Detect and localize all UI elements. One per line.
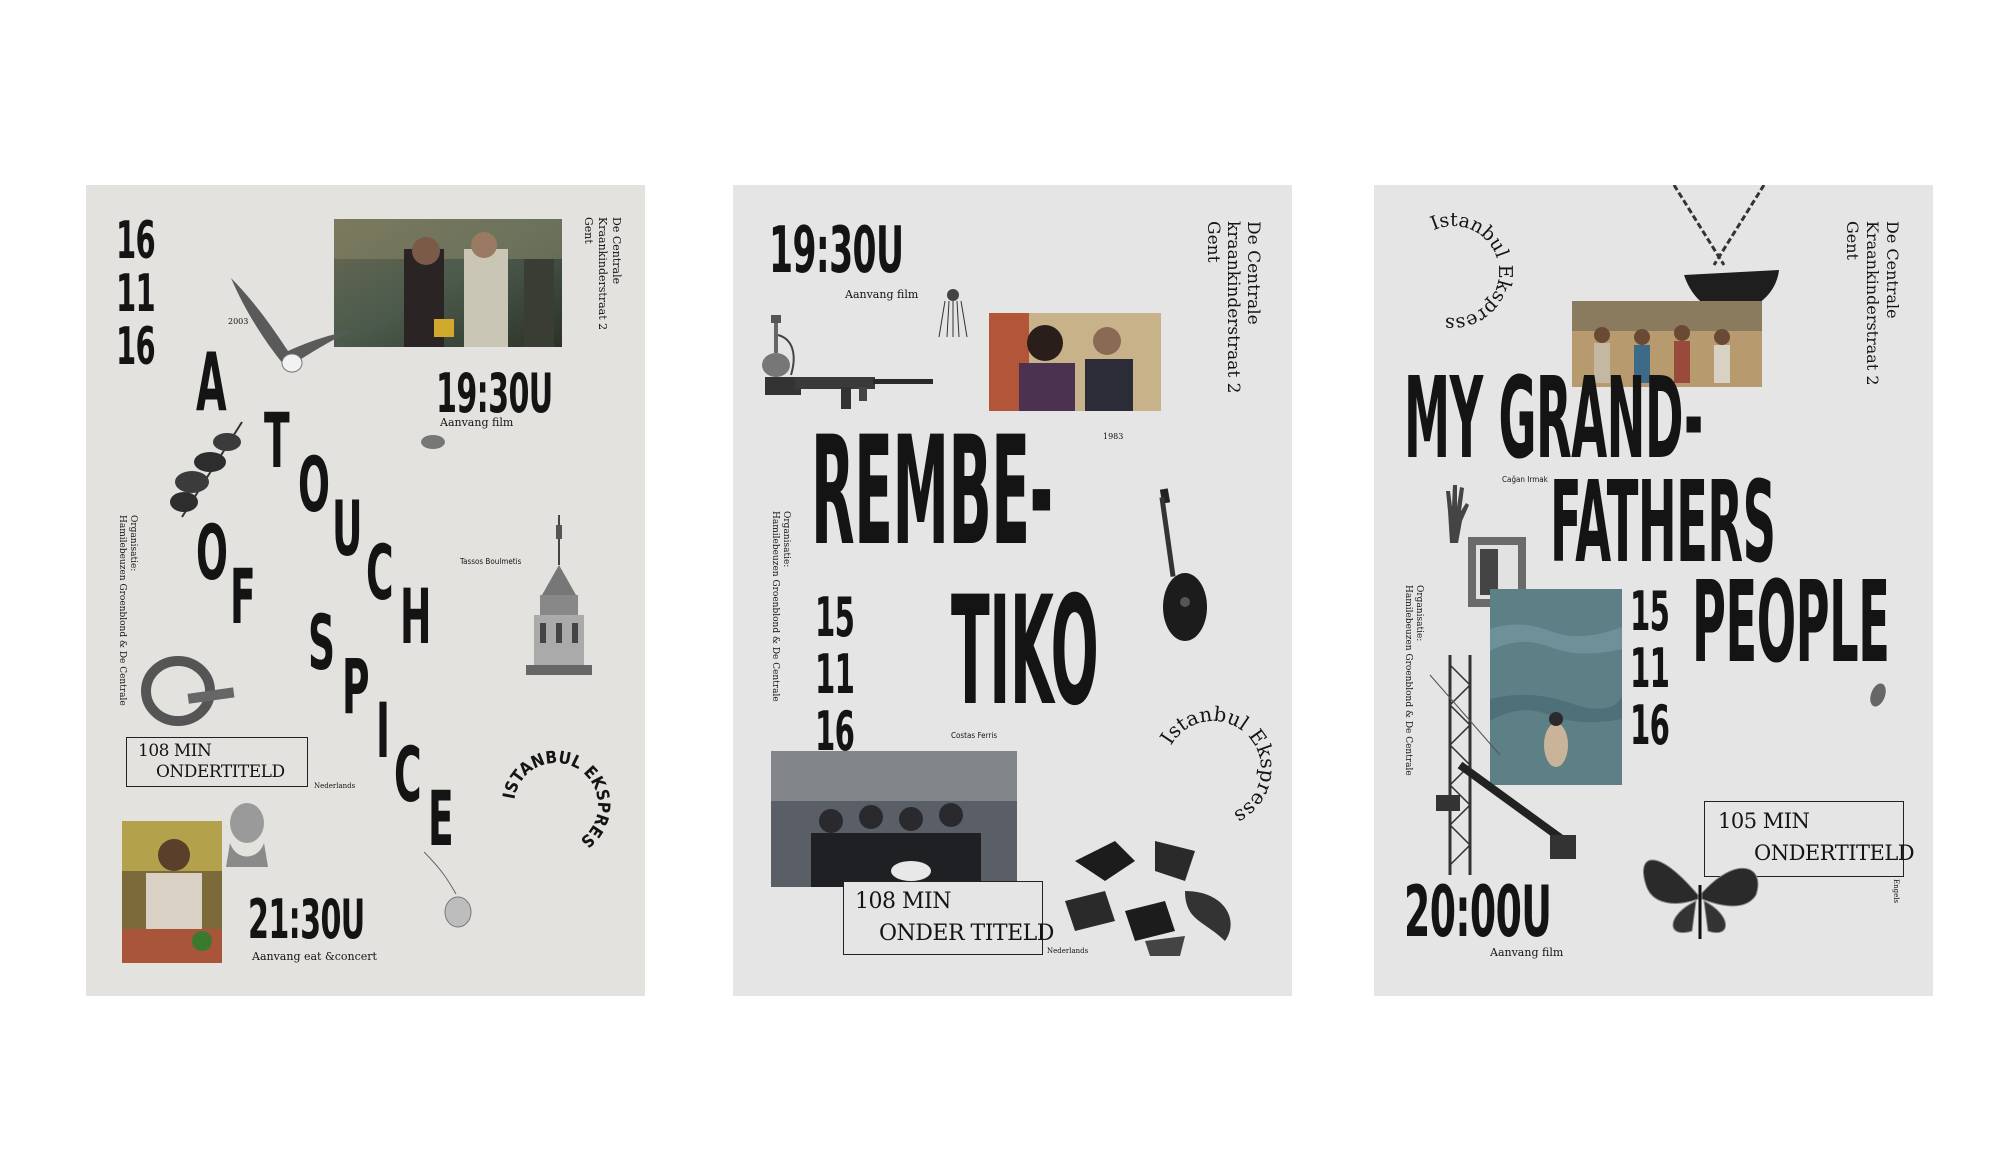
director-name: Tassos Boulmetis <box>460 557 522 566</box>
hand-icon <box>1446 485 1469 543</box>
date-year: 16 <box>1630 694 1670 757</box>
film-time: 19:30U <box>436 367 624 421</box>
director-name: Cağan Irmak <box>1502 475 1548 484</box>
venue-name: De Centrale <box>1883 221 1902 319</box>
title-line-1: REMBE- <box>811 405 1053 579</box>
stone-icon <box>421 435 445 449</box>
svg-text:Istanbul Ekspress: Istanbul Ekspress <box>1427 209 1516 335</box>
venue-name: De Centrale <box>610 217 623 285</box>
organiser-info: Organisatie: Hamilebeuzen Groenblond & D… <box>116 515 138 706</box>
venue-street: Kraankinderstraat 2 <box>596 217 609 331</box>
film-time-value: 20:00U <box>1404 871 1552 953</box>
date-year: 16 <box>116 317 156 377</box>
film-title: REMBE- <box>811 417 1292 575</box>
series-name: Istanbul Ekspress <box>1155 702 1280 830</box>
film-time: 19:30U <box>769 219 993 283</box>
venue-city: Gent <box>1203 221 1223 263</box>
organiser-names: Hamilebeuzen Groenblond & De Centrale <box>770 511 780 702</box>
venue-street: kraankinderstraat 2 <box>1223 221 1243 394</box>
date-day: 15 <box>815 586 855 649</box>
film-time: 20:00U <box>1404 877 1650 947</box>
film-still-photo <box>334 219 562 347</box>
band-photo <box>771 751 1017 887</box>
venue-city: Gent <box>582 217 595 244</box>
date-day: 16 <box>116 211 156 271</box>
broken-pottery-icon <box>1065 841 1231 956</box>
poster-date: 16 11 16 <box>116 215 179 374</box>
late-time-value: 21:30U <box>248 888 365 951</box>
venue-city: Gent <box>1843 221 1862 260</box>
svg-text:Istanbul Ekspress: Istanbul Ekspress <box>1155 702 1280 830</box>
date-day: 15 <box>1630 580 1670 643</box>
film-time-value: 19:30U <box>769 214 904 288</box>
poster-rembetiko: 19:30U Aanvang film De Centrale kraankin… <box>733 185 1292 996</box>
film-time-caption: Aanvang film <box>1490 946 1564 959</box>
organiser-names: Hamilebeuzen Groenblond & De Centrale <box>117 515 127 706</box>
series-circular-text: Istanbul Ekspress <box>1155 702 1280 830</box>
venue-street: Kraankinderstraat 2 <box>1863 221 1882 386</box>
duration-label: 108 MIN <box>855 889 951 914</box>
film-title-3: PEOPLE <box>1692 567 1933 679</box>
series-name: ISTANBUL EKSPRES <box>500 748 614 852</box>
subtitle-language: Engels <box>1892 879 1900 904</box>
tassel-icon <box>938 289 968 338</box>
bouzouki-icon <box>1159 488 1207 641</box>
duration-label: 108 MIN <box>138 741 212 761</box>
title-line-2: TIKO <box>951 565 1099 739</box>
late-time: 21:30U <box>248 893 436 947</box>
late-time-caption: Aanvang eat &concert <box>252 950 377 963</box>
series-name: Istanbul Ekspress <box>1427 209 1516 335</box>
svg-text:ISTANBUL EKSPRES: ISTANBUL EKSPRES <box>500 748 614 852</box>
venue-info: De Centrale Kraankinderstraat 2 Gent <box>581 217 623 357</box>
statue-bust-icon <box>226 803 268 867</box>
seagull-icon <box>231 278 351 373</box>
poster-my-grandfathers-people: Istanbul Ekspress De Centrale Kraankinde… <box>1374 185 1933 996</box>
stone-icon <box>1870 683 1886 707</box>
organiser-label: Organisatie: <box>128 515 138 572</box>
cooking-photo <box>122 821 222 963</box>
subtitle-label: ONDER TITELD <box>879 921 1054 946</box>
series-circular-text: Istanbul Ekspress <box>1427 209 1516 335</box>
butterfly-icon <box>1642 859 1759 939</box>
bracelet-icon <box>141 656 235 726</box>
subtitle-label: ONDERTITELD <box>156 762 285 782</box>
subtitle-language: Nederlands <box>314 782 356 790</box>
organiser-info: Organisatie: Hamilebeuzen Groenblond & D… <box>769 511 791 702</box>
date-month: 11 <box>1630 637 1670 700</box>
venue-info: De Centrale Kraankinderstraat 2 Gent <box>1842 221 1902 386</box>
poster-date: 15 11 16 <box>815 591 881 762</box>
film-time-caption: Aanvang film <box>845 288 919 301</box>
poster-a-touch-of-spice: 16 11 16 De Centrale Kraankinderstraat 2… <box>86 185 645 996</box>
venue-info: De Centrale kraankinderstraat 2 Gent <box>1203 221 1263 393</box>
duration-label: 105 MIN <box>1718 809 1810 833</box>
date-month: 11 <box>815 643 855 706</box>
crane-icon <box>1429 655 1576 875</box>
film-still-photo <box>989 313 1161 411</box>
director-name: Costas Ferris <box>951 731 998 740</box>
galata-tower-icon <box>526 515 592 675</box>
organiser-label: Organisatie: <box>781 511 791 568</box>
release-year: 2003 <box>228 317 249 326</box>
herb-sprig-icon <box>170 421 243 518</box>
title-word-a: A <box>196 336 227 429</box>
date-month: 11 <box>116 264 156 324</box>
venue-name: De Centrale <box>1243 221 1263 325</box>
poster-date: 15 11 16 <box>1630 585 1696 756</box>
series-circular-text: ISTANBUL EKSPRES <box>500 748 614 852</box>
subtitle-label: ONDERTITELD <box>1754 841 1915 865</box>
film-time-caption: Aanvang film <box>440 416 514 429</box>
title-line-3: PEOPLE <box>1692 558 1890 688</box>
film-time-value: 19:30U <box>436 362 553 425</box>
